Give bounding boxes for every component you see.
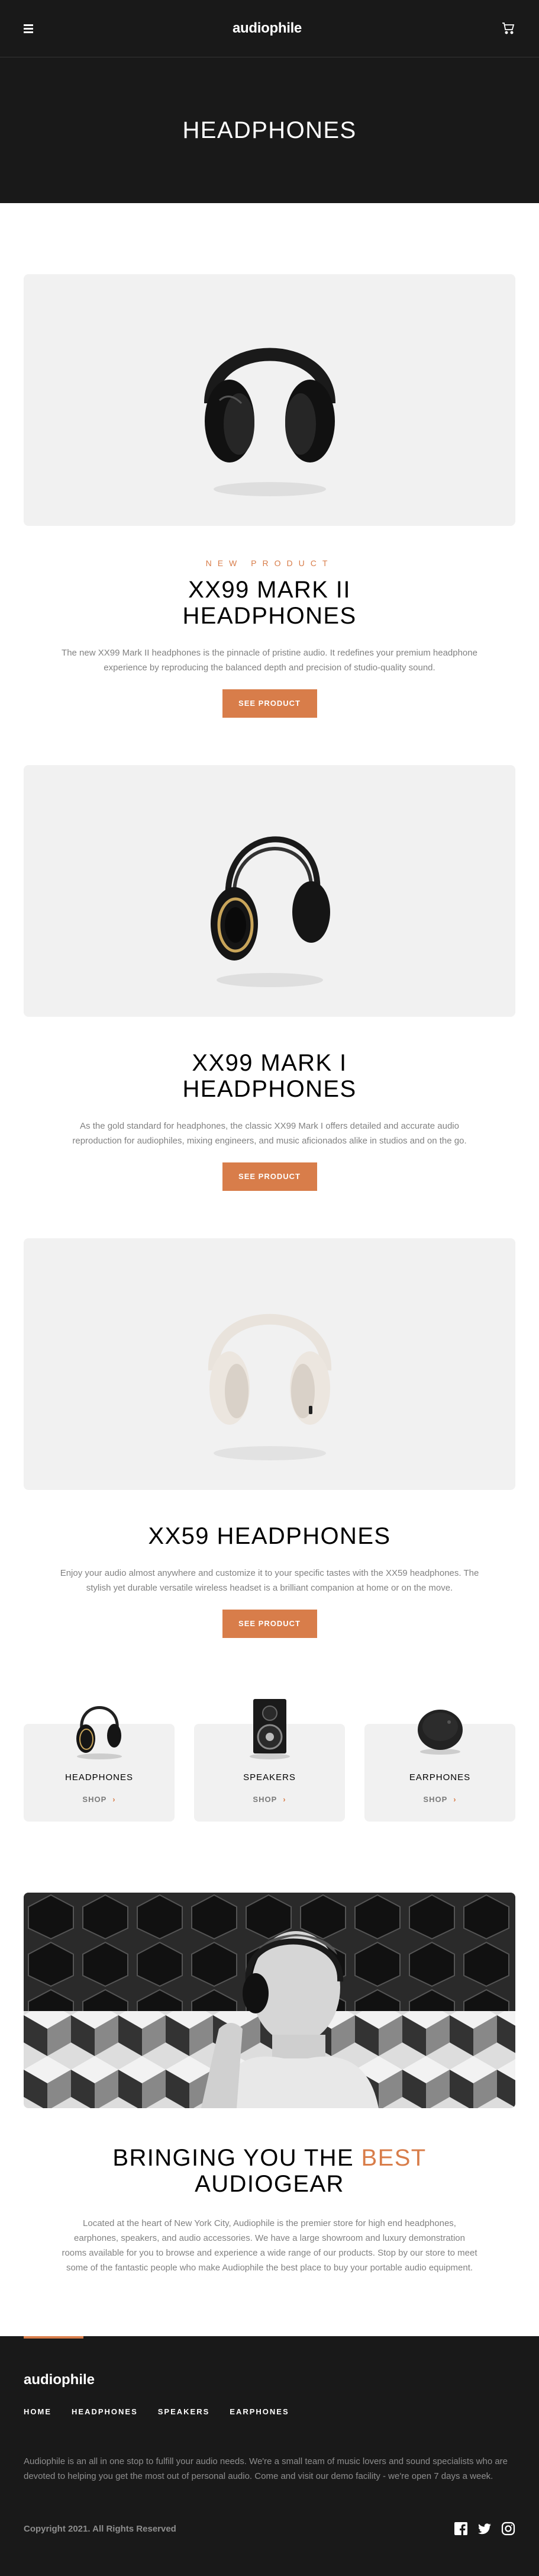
shop-link[interactable]: SHOP ›: [24, 1795, 175, 1804]
category-title: EARPHONES: [409, 1772, 471, 1782]
footer-bottom: Copyright 2021. All Rights Reserved: [24, 2522, 515, 2536]
footer-nav: HOME HEADPHONES SPEAKERS EARPHONES: [24, 2407, 515, 2416]
about-title: BRINGING YOU THE BEST AUDIOGEAR: [112, 2145, 427, 2197]
chevron-right-icon: ›: [283, 1795, 286, 1804]
copyright-text: Copyright 2021. All Rights Reserved: [24, 2523, 176, 2534]
product-card-xx59: XX59 HEADPHONES Enjoy your audio almost …: [24, 1238, 515, 1638]
social-links: [454, 2522, 515, 2536]
cart-icon[interactable]: [501, 21, 515, 36]
see-product-button[interactable]: SEE PRODUCT: [222, 1162, 317, 1191]
footer-logo[interactable]: audiophile: [24, 2372, 515, 2388]
footer-description: Audiophile is an all in one stop to fulf…: [24, 2456, 508, 2481]
see-product-button[interactable]: SEE PRODUCT: [222, 689, 317, 718]
product-card-xx99-mk1: XX99 MARK I HEADPHONES As the gold stand…: [24, 765, 515, 1191]
facebook-icon[interactable]: [454, 2522, 468, 2536]
headphones-image: [208, 1313, 331, 1460]
footer-nav-headphones[interactable]: HEADPHONES: [72, 2407, 138, 2416]
product-title: XX99 MARK I HEADPHONES: [182, 1050, 357, 1102]
speaker-thumbnail: [228, 1691, 311, 1762]
headphones-image: [210, 836, 330, 987]
site-footer: audiophile HOME HEADPHONES SPEAKERS EARP…: [0, 2336, 539, 2576]
product-description: The new XX99 Mark II headphones is the p…: [62, 648, 477, 673]
product-description: As the gold standard for headphones, the…: [72, 1121, 467, 1146]
category-hero: HEADPHONES: [0, 57, 539, 203]
about-section: BRINGING YOU THE BEST AUDIOGEAR Located a…: [0, 1893, 539, 2275]
footer-nav-earphones[interactable]: EARPHONES: [230, 2407, 289, 2416]
category-card-speakers[interactable]: SPEAKERS SHOP ›: [194, 1699, 345, 1822]
see-product-button[interactable]: SEE PRODUCT: [222, 1610, 317, 1638]
product-image: [24, 274, 515, 526]
category-card-headphones[interactable]: HEADPHONES SHOP ›: [24, 1706, 175, 1822]
about-title-accent: BEST: [361, 2145, 427, 2171]
footer-nav-speakers[interactable]: SPEAKERS: [158, 2407, 210, 2416]
about-description: Located at the heart of New York City, A…: [62, 2218, 477, 2273]
category-title: SPEAKERS: [243, 1772, 296, 1782]
product-image: [24, 1238, 515, 1490]
category-card-earphones[interactable]: EARPHONES SHOP ›: [364, 1710, 515, 1822]
product-title: XX99 MARK II HEADPHONES: [182, 577, 357, 629]
shop-link[interactable]: SHOP ›: [194, 1795, 345, 1804]
chevron-right-icon: ›: [112, 1795, 116, 1804]
site-logo[interactable]: audiophile: [233, 20, 302, 37]
hamburger-icon[interactable]: [24, 24, 33, 33]
category-links: HEADPHONES SHOP › SPEAKERS SHOP › EARPHONE…: [24, 1699, 515, 1822]
shop-link[interactable]: SHOP ›: [364, 1795, 515, 1804]
product-overline: NEW PRODUCT: [205, 558, 334, 568]
product-image: [24, 765, 515, 1017]
twitter-icon[interactable]: [477, 2522, 492, 2536]
chevron-right-icon: ›: [453, 1795, 457, 1804]
headphones-image: [204, 348, 335, 496]
footer-accent-bar: [24, 2336, 83, 2339]
product-title: XX59 HEADPHONES: [148, 1523, 391, 1549]
category-title: HEADPHONES: [64, 1772, 134, 1782]
footer-nav-home[interactable]: HOME: [24, 2407, 51, 2416]
earphones-thumbnail: [399, 1691, 482, 1762]
page-title: HEADPHONES: [182, 117, 357, 143]
headphones-thumbnail: [58, 1691, 141, 1762]
about-photo: [24, 1893, 515, 2108]
site-header: audiophile: [0, 0, 539, 57]
product-card-xx99-mk2: NEW PRODUCT XX99 MARK II HEADPHONES The …: [24, 274, 515, 718]
product-description: Enjoy your audio almost anywhere and cus…: [60, 1568, 479, 1593]
instagram-icon[interactable]: [501, 2522, 515, 2536]
